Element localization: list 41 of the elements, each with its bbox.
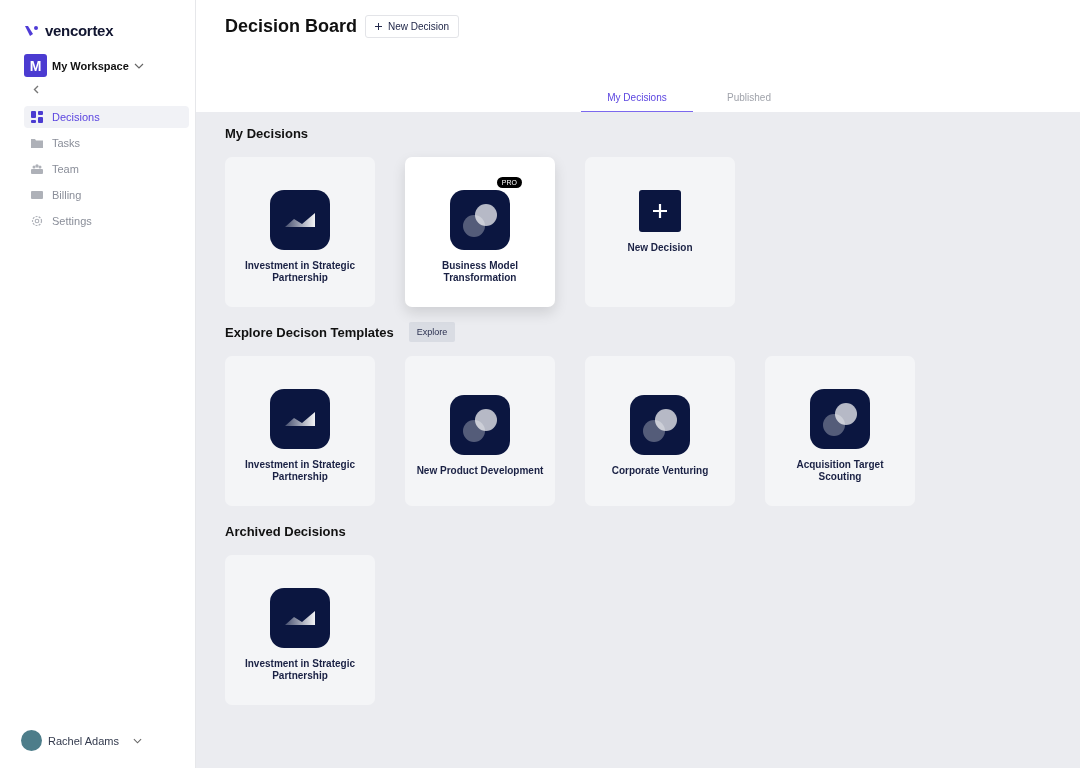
grid-icon: [31, 111, 43, 123]
section-title: Archived Decisions: [225, 523, 346, 539]
decision-card[interactable]: Investment in Strategic Partnership: [225, 356, 375, 506]
settings-icon: [31, 215, 43, 227]
decision-card[interactable]: Investment in Strategic Partnership: [225, 555, 375, 705]
decision-card[interactable]: Corporate Venturing: [585, 356, 735, 506]
page-title: Decision Board: [225, 16, 358, 37]
overlapping-circles-icon: [630, 395, 690, 455]
section-title: My Decisions: [225, 125, 309, 141]
chevron-down-icon: [133, 62, 144, 69]
credit-card-icon: [31, 189, 43, 201]
chevron-down-icon: [132, 737, 142, 744]
section-title: Explore Decison Templates: [225, 324, 394, 340]
overlapping-circles-icon: [450, 395, 510, 455]
area-chart-icon: [270, 190, 330, 250]
workspace-switcher[interactable]: M My Workspace: [24, 54, 189, 77]
people-icon: [31, 163, 43, 175]
logo-icon: [24, 24, 40, 37]
overlapping-circles-icon: [450, 190, 510, 250]
chevron-left-icon[interactable]: [33, 85, 39, 94]
plus-icon: [375, 23, 383, 30]
area-chart-icon: [270, 588, 330, 648]
overlapping-circles-icon: [810, 389, 870, 449]
sidebar-item[interactable]: Team: [24, 158, 189, 180]
avatar: [21, 730, 42, 751]
user-menu[interactable]: Rachel Adams: [15, 729, 189, 752]
sidebar-item[interactable]: Decisions: [24, 106, 189, 128]
decision-card[interactable]: New Decision: [585, 157, 735, 307]
decision-card[interactable]: Acquisition Target Scouting: [765, 356, 915, 506]
workspace-avatar: M: [24, 54, 47, 77]
new-decision-button[interactable]: New Decision: [365, 15, 460, 38]
decision-card[interactable]: New Product Development: [405, 356, 555, 506]
decision-card[interactable]: Investment in Strategic Partnership: [225, 157, 375, 307]
area-chart-icon: [270, 389, 330, 449]
add-icon: [639, 190, 681, 232]
sidebar-item[interactable]: Settings: [24, 210, 189, 232]
tab[interactable]: My Decisions: [581, 83, 693, 112]
brand-name: vencortex: [45, 22, 114, 39]
folder-icon: [31, 137, 43, 149]
sidebar-item[interactable]: Tasks: [24, 132, 189, 154]
explore-button[interactable]: Explore: [408, 322, 456, 342]
